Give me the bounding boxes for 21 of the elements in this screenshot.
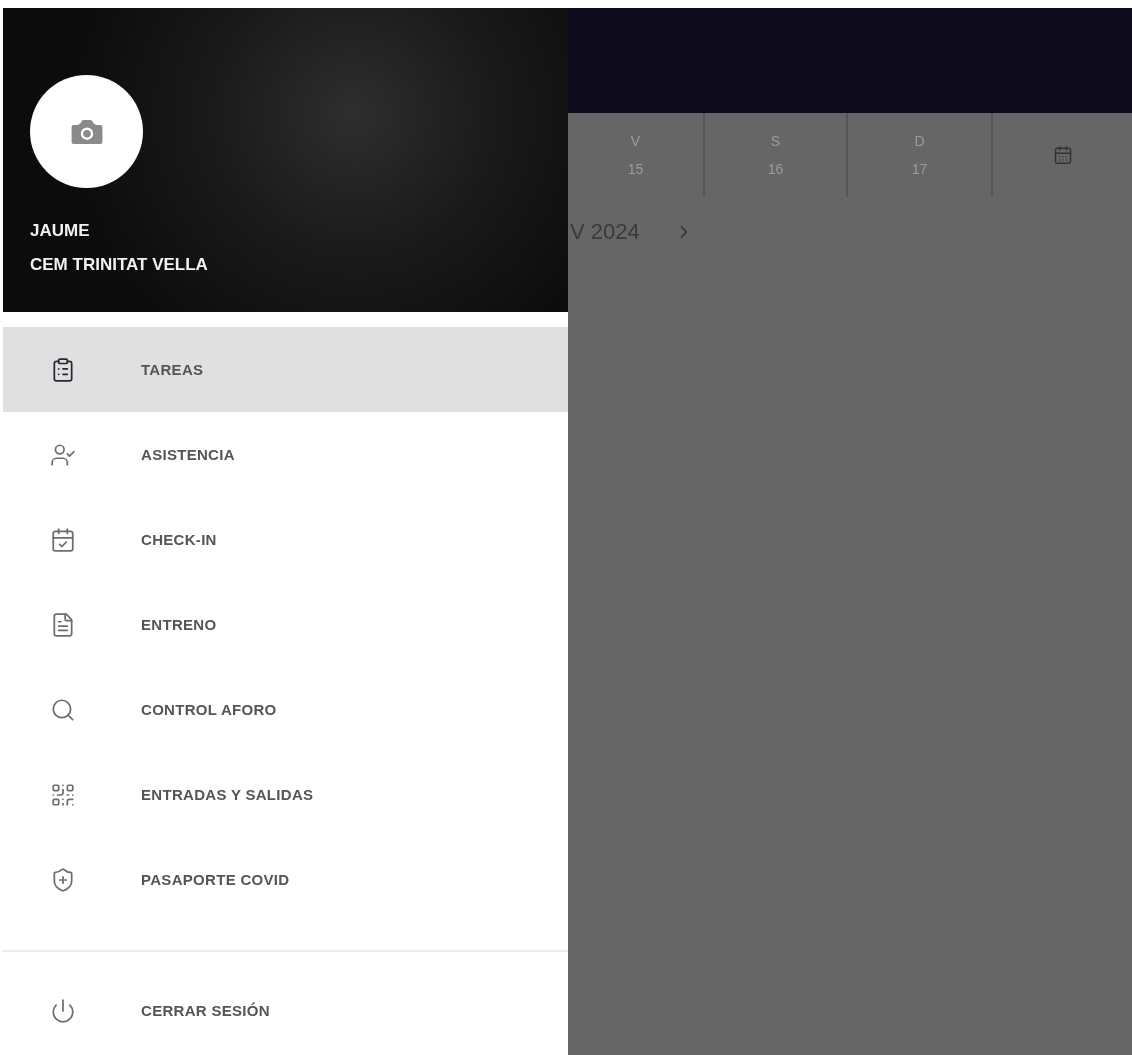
- magnifier-icon: [50, 696, 76, 723]
- logout-item[interactable]: CERRAR SESIÓN: [3, 968, 568, 1053]
- calendar-check-icon: [50, 526, 76, 553]
- power-icon: [50, 997, 76, 1024]
- center-name: CEM TRINITAT VELLA: [30, 254, 209, 276]
- menu-label: CONTROL AFORO: [141, 701, 277, 718]
- menu-item[interactable]: TAREAS: [3, 327, 568, 412]
- document-icon: [50, 611, 76, 638]
- qr-code-icon: [50, 781, 76, 808]
- menu-label: PASAPORTE COVID: [141, 871, 290, 888]
- menu-label: TAREAS: [141, 361, 204, 378]
- user-name: JAUME: [30, 220, 91, 242]
- logout-label: CERRAR SESIÓN: [141, 1002, 270, 1019]
- shield-icon: [50, 866, 76, 893]
- user-check-icon: [50, 441, 76, 468]
- menu-label: ENTRENO: [141, 616, 217, 633]
- menu-label: ASISTENCIA: [141, 446, 235, 463]
- menu-label: CHECK-IN: [141, 531, 217, 548]
- clipboard-icon: [50, 356, 76, 383]
- menu-label: ENTRADAS Y SALIDAS: [141, 786, 314, 803]
- calendar-icon[interactable]: [1052, 145, 1073, 165]
